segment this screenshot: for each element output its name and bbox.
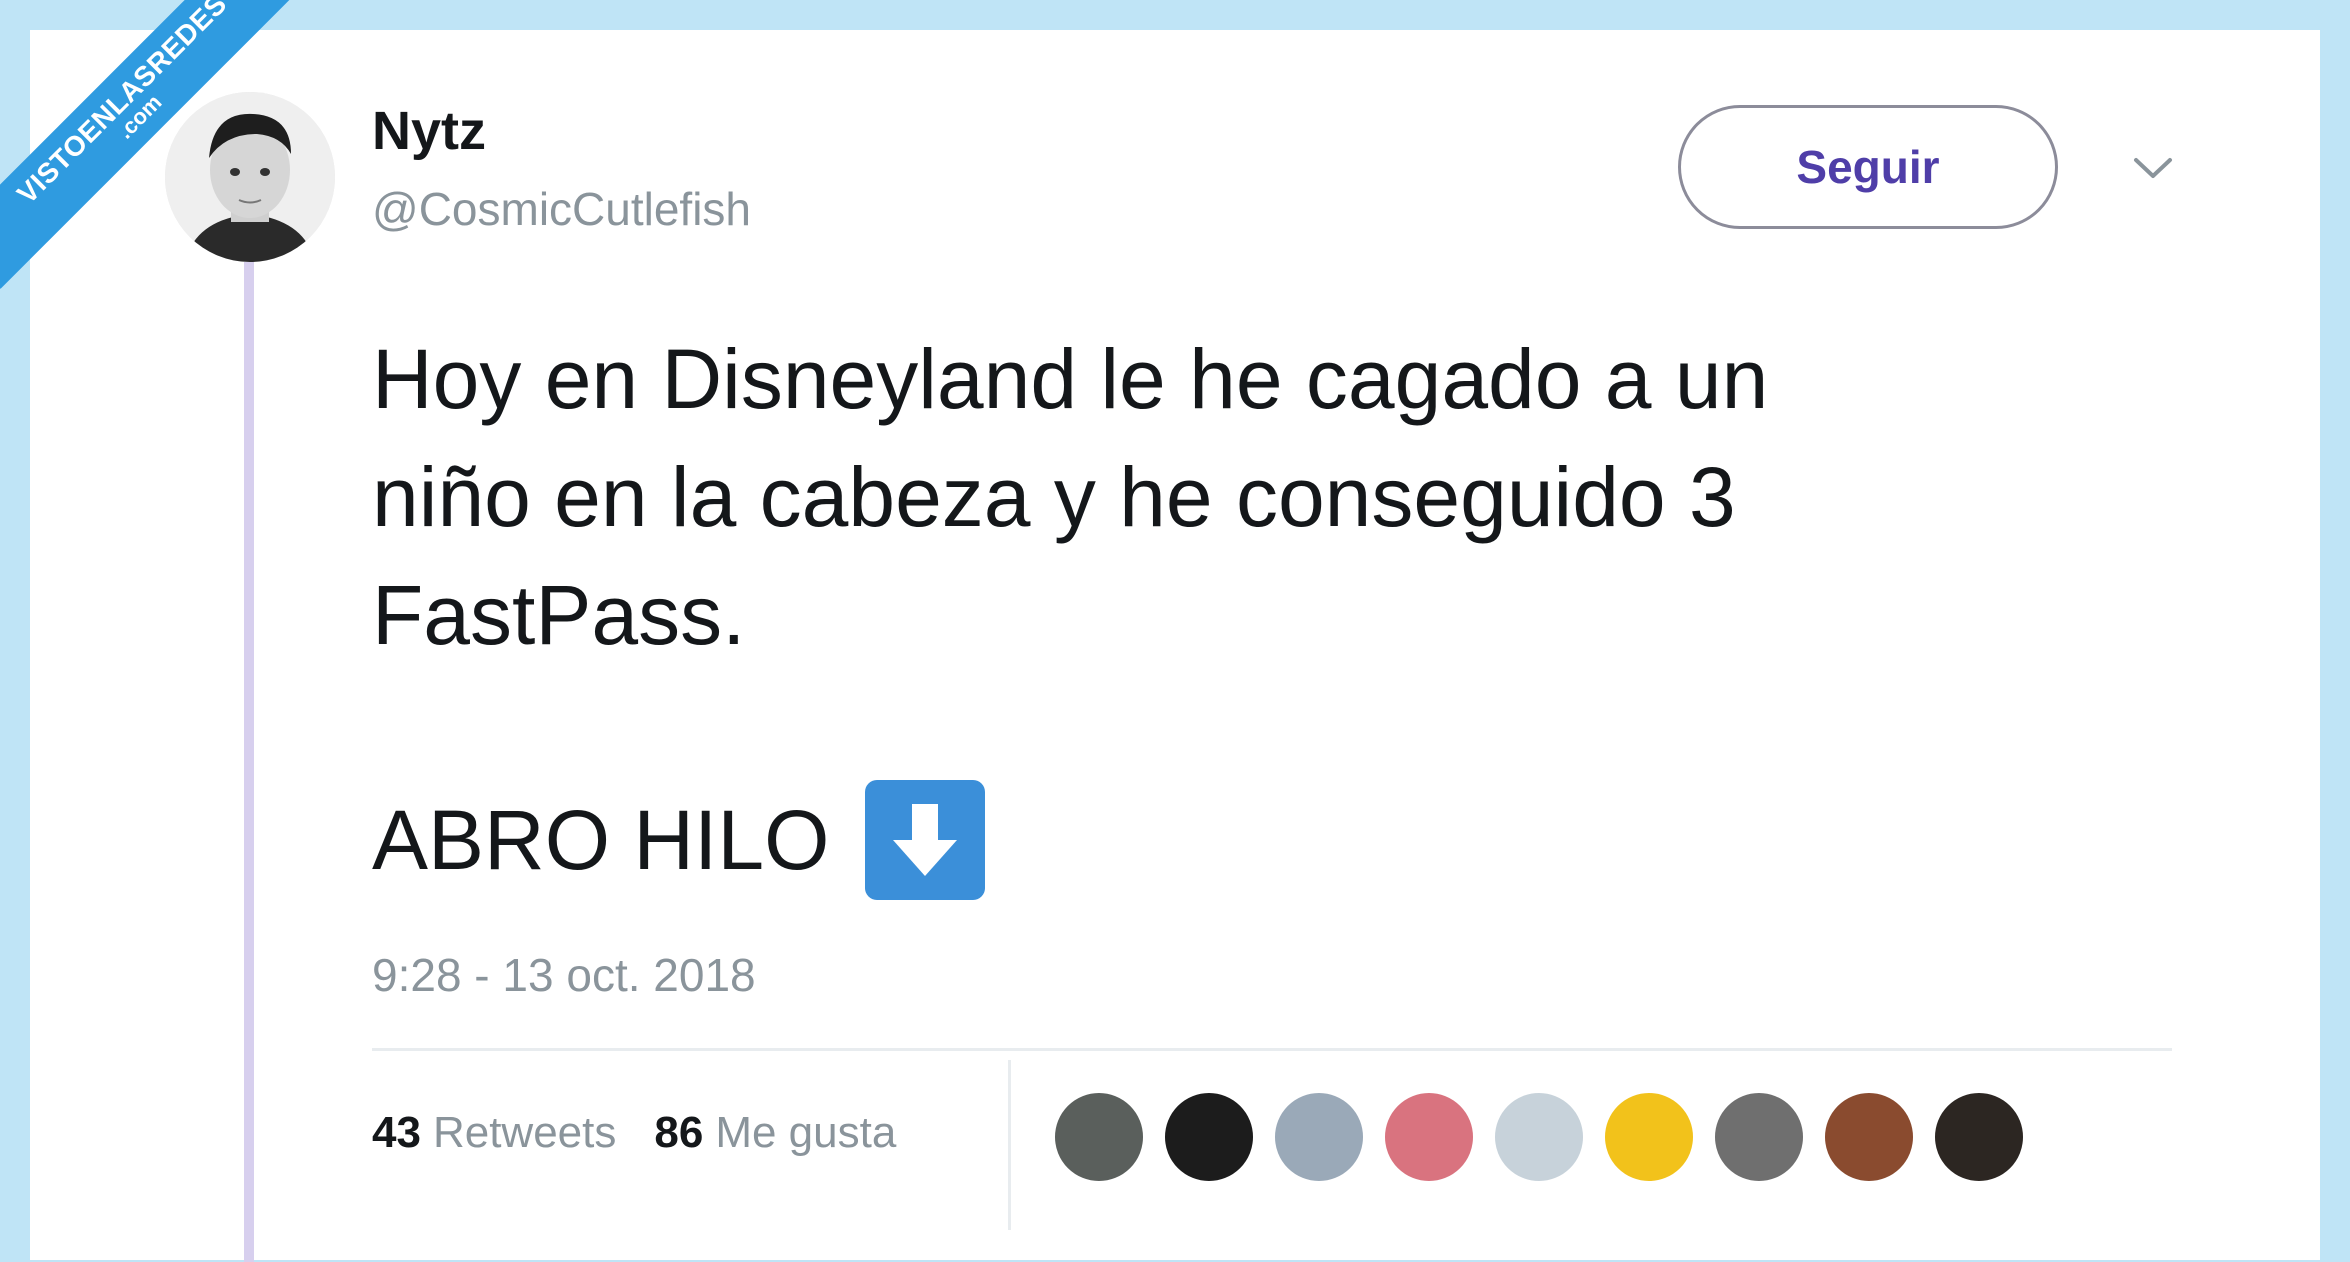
chevron-down-icon[interactable] (2128, 148, 2178, 188)
liker-avatar-7[interactable] (1712, 1090, 1806, 1184)
tweet-text: Hoy en Disneyland le he cagado a un niño… (372, 320, 2192, 674)
avatar[interactable] (165, 92, 335, 262)
divider (372, 1048, 2172, 1051)
tweet-timestamp[interactable]: 9:28 - 13 oct. 2018 (372, 948, 756, 1002)
user-display-name[interactable]: Nytz (372, 100, 486, 162)
tweet-stats: 43 Retweets 86 Me gusta (372, 1108, 896, 1158)
retweets-stat[interactable]: 43 Retweets (372, 1108, 616, 1158)
divider (1008, 1060, 1011, 1230)
liker-avatar-4[interactable] (1382, 1090, 1476, 1184)
down-arrow-emoji-icon (865, 780, 986, 900)
liker-avatar-9[interactable] (1932, 1090, 2026, 1184)
likes-label: Me gusta (715, 1108, 897, 1157)
likes-stat[interactable]: 86 Me gusta (654, 1108, 896, 1158)
liker-avatars (1052, 1090, 2026, 1184)
retweets-label: Retweets (432, 1108, 617, 1157)
liker-avatar-8[interactable] (1822, 1090, 1916, 1184)
likes-count: 86 (654, 1108, 704, 1157)
tweet-text-line: FastPass. (372, 568, 746, 662)
retweets-count: 43 (372, 1108, 421, 1157)
liker-avatar-2[interactable] (1162, 1090, 1256, 1184)
tweet-text-line: Hoy en Disneyland le he cagado a un (372, 332, 1769, 426)
liker-avatar-6[interactable] (1602, 1090, 1696, 1184)
user-handle[interactable]: @CosmicCutlefish (372, 182, 751, 236)
tweet-text-line: niño en la cabeza y he conseguido 3 (372, 450, 1736, 544)
abro-hilo-text: ABRO HILO (372, 792, 830, 887)
avatar-photo-icon (165, 92, 335, 262)
follow-button-label: Seguir (1796, 141, 1940, 193)
liker-avatar-3[interactable] (1272, 1090, 1366, 1184)
liker-avatar-5[interactable] (1492, 1090, 1586, 1184)
liker-avatar-1[interactable] (1052, 1090, 1146, 1184)
follow-button[interactable]: Seguir (1678, 105, 2058, 229)
thread-line (244, 262, 254, 1262)
tweet-text-thread: ABRO HILO (372, 780, 986, 900)
